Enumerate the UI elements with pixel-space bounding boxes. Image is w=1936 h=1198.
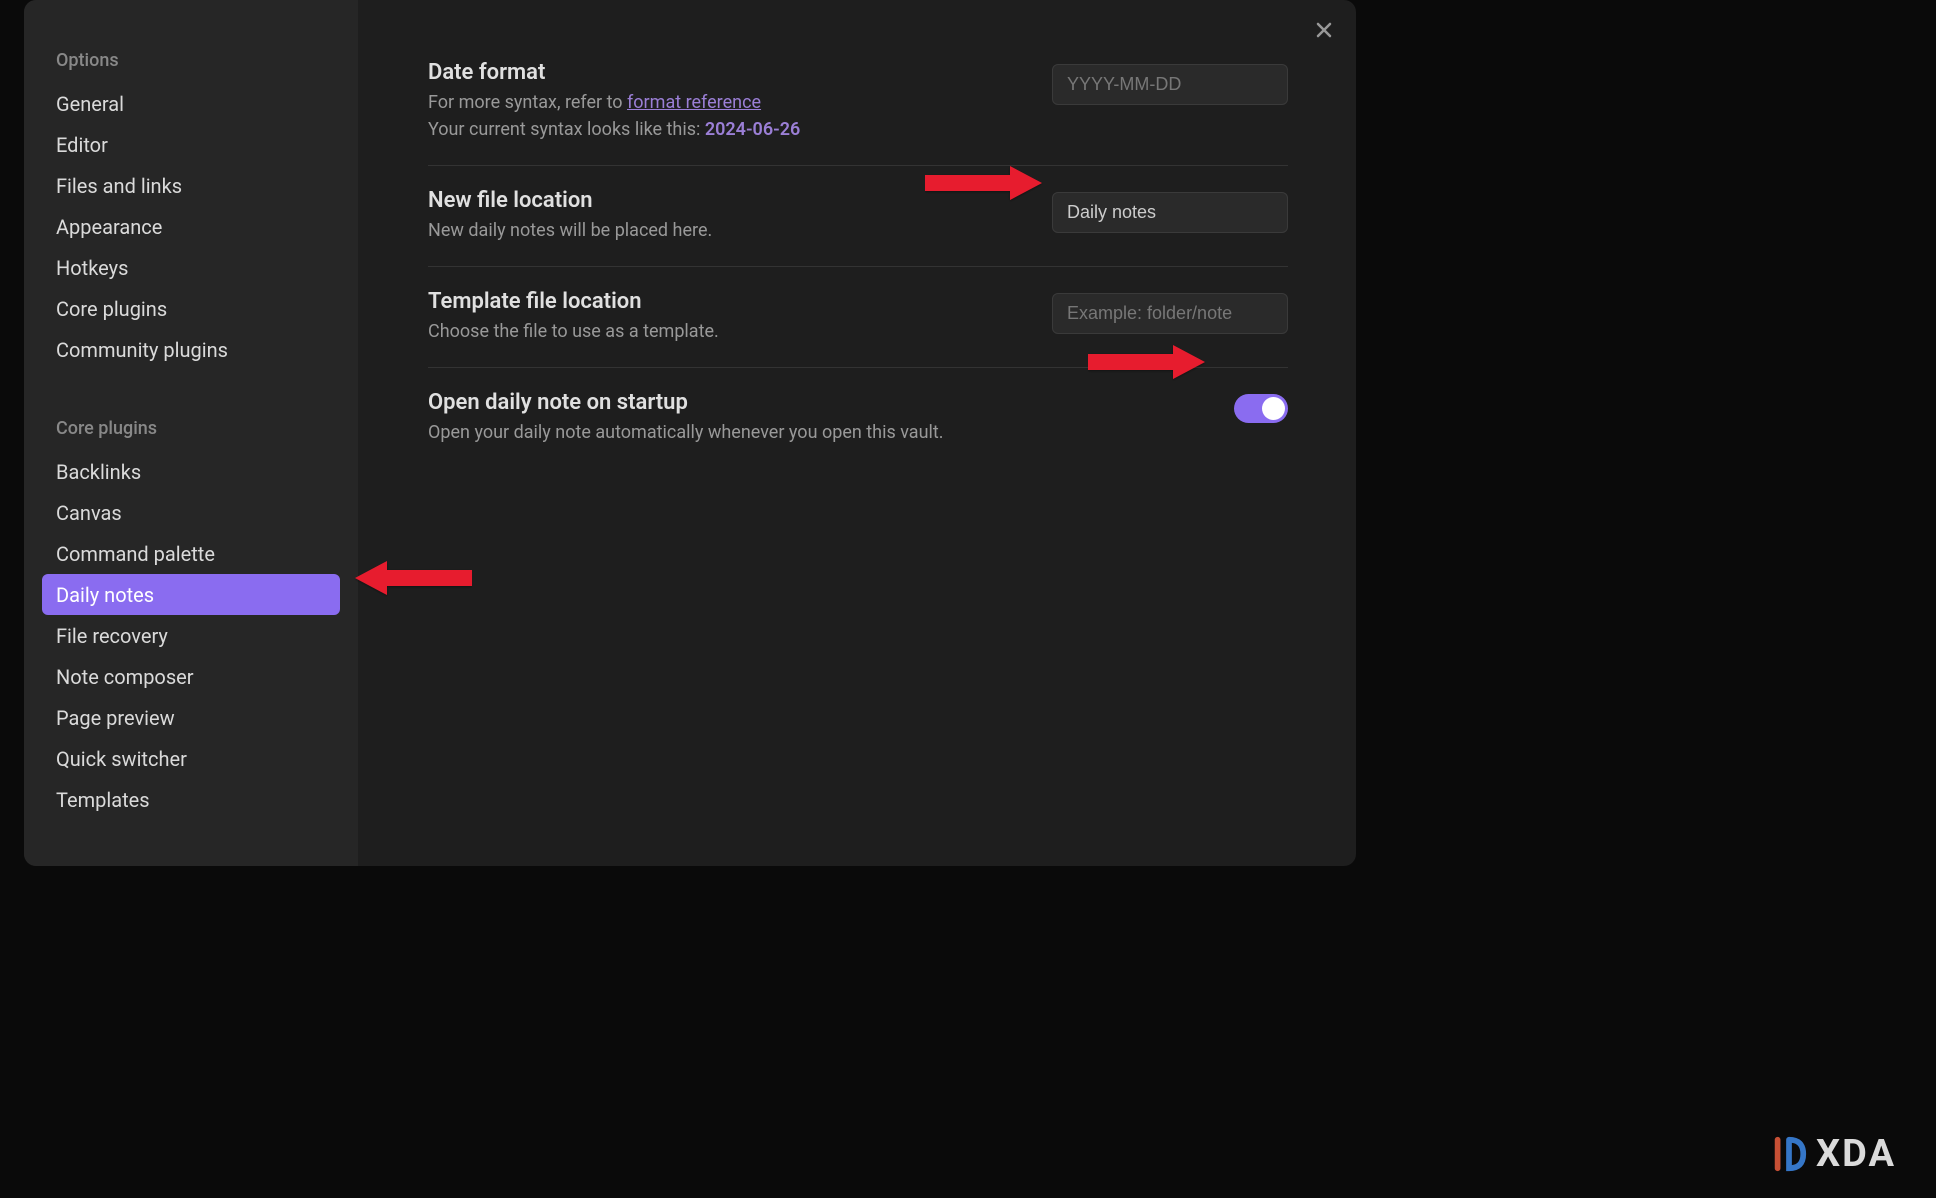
new-file-location-desc: New daily notes will be placed here. — [428, 217, 1032, 244]
sidebar-item-files-and-links[interactable]: Files and links — [42, 165, 340, 206]
sidebar-item-note-composer[interactable]: Note composer — [42, 656, 340, 697]
close-button[interactable] — [1308, 14, 1340, 46]
format-reference-link[interactable]: format reference — [627, 92, 761, 113]
sidebar-item-file-recovery[interactable]: File recovery — [42, 615, 340, 656]
setting-date-format: Date format For more syntax, refer to fo… — [428, 38, 1288, 166]
watermark-text: XDA — [1816, 1132, 1896, 1176]
sidebar-item-canvas[interactable]: Canvas — [42, 492, 340, 533]
sidebar-item-backlinks[interactable]: Backlinks — [42, 451, 340, 492]
watermark: XDA — [1770, 1132, 1896, 1176]
new-file-location-title: New file location — [428, 188, 1032, 213]
options-section: Options General Editor Files and links A… — [42, 40, 340, 370]
sidebar-item-core-plugins[interactable]: Core plugins — [42, 288, 340, 329]
template-file-location-input[interactable] — [1052, 293, 1288, 334]
template-file-location-title: Template file location — [428, 289, 1032, 314]
sidebar-item-appearance[interactable]: Appearance — [42, 206, 340, 247]
sidebar-item-daily-notes[interactable]: Daily notes — [42, 574, 340, 615]
setting-new-file-location: New file location New daily notes will b… — [428, 166, 1288, 267]
sidebar-item-templates[interactable]: Templates — [42, 779, 340, 820]
sidebar-item-quick-switcher[interactable]: Quick switcher — [42, 738, 340, 779]
date-preview: 2024-06-26 — [705, 119, 800, 140]
close-icon — [1312, 18, 1336, 42]
toggle-knob — [1262, 397, 1285, 420]
open-on-startup-desc: Open your daily note automatically whene… — [428, 419, 1214, 446]
sidebar-item-page-preview[interactable]: Page preview — [42, 697, 340, 738]
settings-sidebar: Options General Editor Files and links A… — [24, 0, 358, 866]
core-plugins-header: Core plugins — [42, 408, 340, 451]
core-plugins-section: Core plugins Backlinks Canvas Command pa… — [42, 408, 340, 820]
date-format-desc: For more syntax, refer to format referen… — [428, 89, 1032, 143]
settings-main-content: Date format For more syntax, refer to fo… — [358, 0, 1356, 866]
date-format-title: Date format — [428, 60, 1032, 85]
template-file-location-desc: Choose the file to use as a template. — [428, 318, 1032, 345]
date-format-input[interactable] — [1052, 64, 1288, 105]
sidebar-item-general[interactable]: General — [42, 83, 340, 124]
sidebar-item-command-palette[interactable]: Command palette — [42, 533, 340, 574]
options-header: Options — [42, 40, 340, 83]
settings-modal: Options General Editor Files and links A… — [24, 0, 1356, 866]
sidebar-item-hotkeys[interactable]: Hotkeys — [42, 247, 340, 288]
open-on-startup-toggle[interactable] — [1234, 394, 1288, 423]
setting-template-file-location: Template file location Choose the file t… — [428, 267, 1288, 368]
open-on-startup-title: Open daily note on startup — [428, 390, 1214, 415]
sidebar-item-community-plugins[interactable]: Community plugins — [42, 329, 340, 370]
setting-open-on-startup: Open daily note on startup Open your dai… — [428, 368, 1288, 468]
new-file-location-input[interactable] — [1052, 192, 1288, 233]
xda-logo-icon — [1770, 1135, 1808, 1173]
sidebar-item-editor[interactable]: Editor — [42, 124, 340, 165]
